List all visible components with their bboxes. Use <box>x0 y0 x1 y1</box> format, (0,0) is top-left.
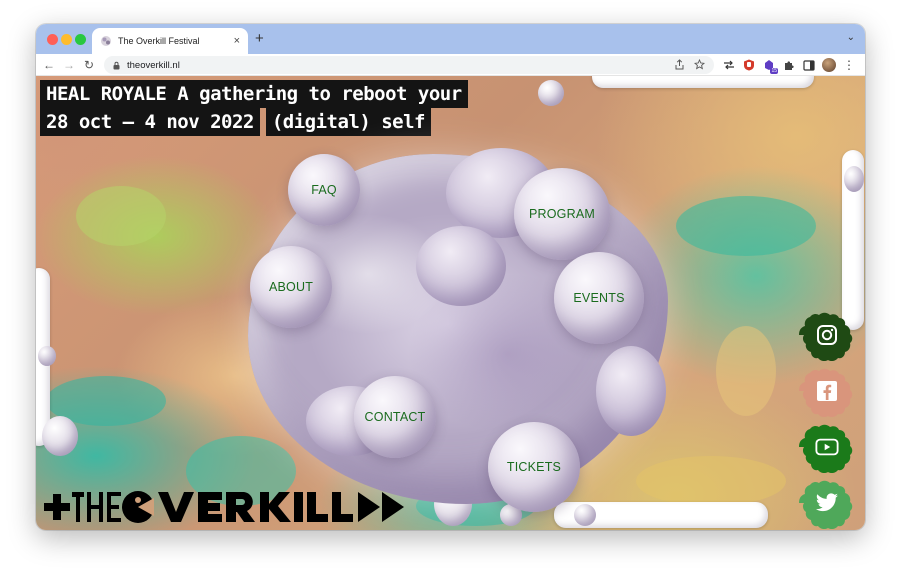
twitter-link[interactable] <box>789 474 865 530</box>
nav-events-label: EVENTS <box>573 291 625 305</box>
url-text: theoverkill.nl <box>127 59 180 71</box>
browser-menu-button[interactable]: ⋮ <box>842 58 856 72</box>
decorative-sphere <box>42 416 78 456</box>
extension-badge-icon[interactable]: 15 <box>762 58 778 74</box>
instagram-icon <box>815 323 839 347</box>
side-panel-icon[interactable] <box>802 58 816 72</box>
nav-faq-label: FAQ <box>311 183 337 197</box>
overkill-logo[interactable] <box>42 488 414 526</box>
share-icon[interactable] <box>674 59 686 71</box>
forward-button[interactable]: → <box>62 57 76 73</box>
back-button[interactable]: ← <box>42 57 56 73</box>
browser-window: The Overkill Festival × + ⌄ ← → ↻ theove… <box>36 24 865 530</box>
headline-line-1: HEAL ROYALE A gathering to reboot your <box>40 80 468 108</box>
blob-lobe <box>596 346 666 436</box>
decorative-sphere <box>574 504 596 526</box>
close-window-button[interactable] <box>47 34 58 45</box>
browser-toolbar: ← → ↻ theoverkill.nl 15 ⋮ <box>36 54 865 76</box>
new-tab-button[interactable]: + <box>255 30 264 47</box>
decorative-sphere <box>38 346 56 366</box>
blob-lobe <box>416 226 506 306</box>
background-texture <box>76 186 166 246</box>
youtube-link[interactable] <box>789 418 865 476</box>
site-favicon-icon <box>100 35 112 47</box>
tab-search-button[interactable]: ⌄ <box>847 32 855 43</box>
twitter-icon <box>815 491 839 515</box>
nav-tickets[interactable]: TICKETS <box>488 422 580 512</box>
extensions-puzzle-icon[interactable] <box>782 58 796 72</box>
nav-contact-label: CONTACT <box>364 410 426 424</box>
nav-program[interactable]: PROGRAM <box>514 168 610 260</box>
tab-title: The Overkill Festival <box>118 36 200 46</box>
nav-about-label: ABOUT <box>268 280 314 294</box>
headline-line-2: (digital) self <box>265 108 431 136</box>
extension-badge-count: 15 <box>770 68 778 74</box>
minimize-window-button[interactable] <box>61 34 72 45</box>
nav-faq[interactable]: FAQ <box>288 154 360 226</box>
bookmark-star-icon[interactable] <box>694 59 706 71</box>
instagram-link[interactable] <box>789 306 865 364</box>
lock-icon <box>112 61 121 70</box>
tab-bar: The Overkill Festival × + ⌄ <box>36 24 865 54</box>
maximize-window-button[interactable] <box>75 34 86 45</box>
background-texture <box>636 456 786 506</box>
extension-arrows-icon[interactable] <box>722 58 736 72</box>
page-content: HEAL ROYALE A gathering to reboot your 2… <box>36 76 865 530</box>
nav-events[interactable]: EVENTS <box>554 252 644 344</box>
decorative-pill <box>592 76 814 88</box>
browser-tab[interactable]: The Overkill Festival × <box>92 28 248 54</box>
facebook-link[interactable] <box>789 362 865 420</box>
nav-tickets-label: TICKETS <box>506 460 562 474</box>
nav-program-label: PROGRAM <box>529 207 595 221</box>
overkill-logo-graphic <box>44 491 404 523</box>
background-texture <box>716 326 776 416</box>
tab-close-icon[interactable]: × <box>234 35 240 47</box>
adblock-icon[interactable] <box>742 58 756 72</box>
decorative-sphere <box>538 80 564 106</box>
reload-button[interactable]: ↻ <box>82 57 96 73</box>
nav-about[interactable]: ABOUT <box>250 246 332 328</box>
address-bar[interactable]: theoverkill.nl <box>104 56 714 74</box>
headline: HEAL ROYALE A gathering to reboot your 2… <box>40 80 468 136</box>
facebook-icon <box>815 379 839 403</box>
decorative-sphere <box>844 166 864 192</box>
nav-contact[interactable]: CONTACT <box>354 376 436 458</box>
festival-dates: 28 oct — 4 nov 2022 <box>40 108 260 136</box>
background-texture <box>676 196 816 256</box>
profile-avatar[interactable] <box>822 58 836 72</box>
youtube-icon <box>815 435 839 459</box>
